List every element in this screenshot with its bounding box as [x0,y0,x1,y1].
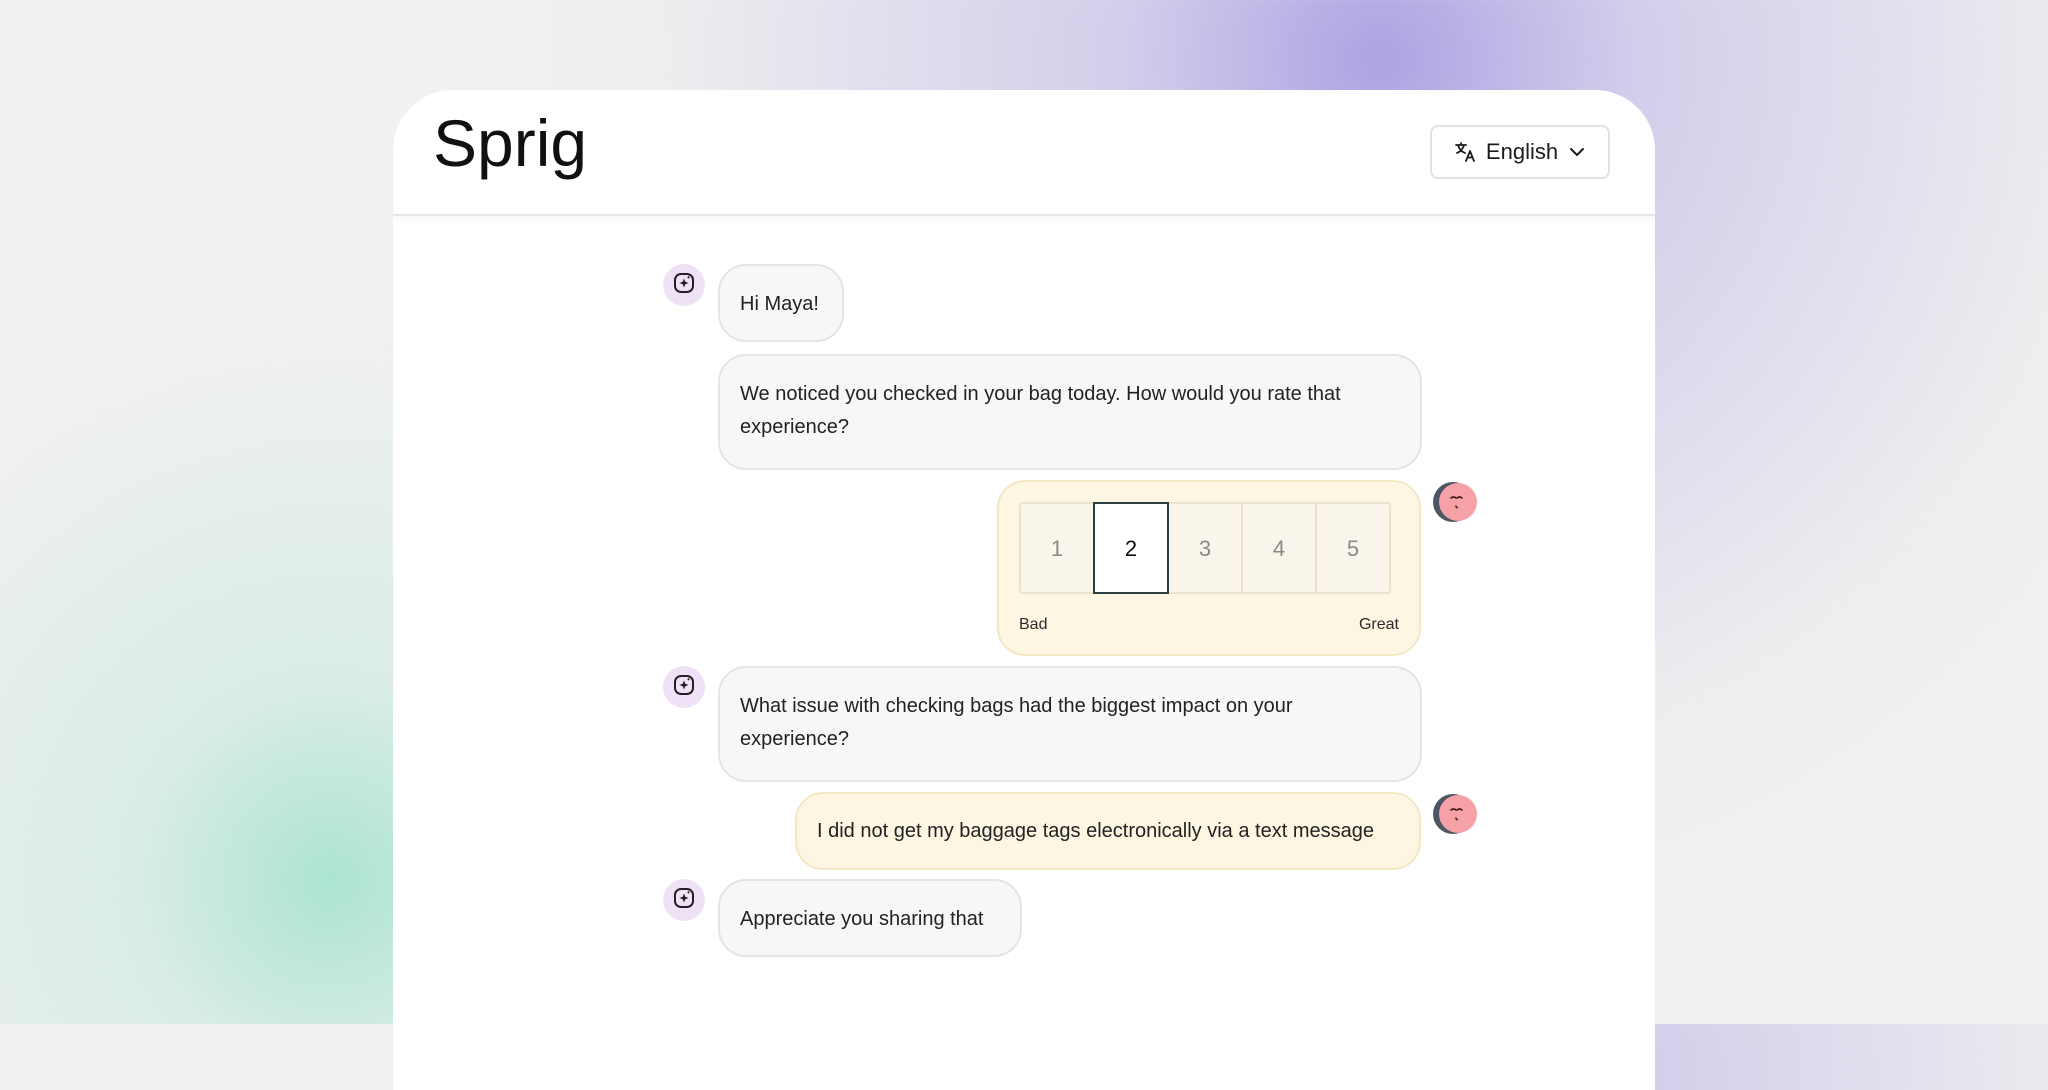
user-avatar [1433,794,1477,834]
chevron-down-icon [1568,143,1586,161]
message-text: What issue with checking bags had the bi… [740,695,1293,750]
bot-message: We noticed you checked in your bag today… [718,354,1422,470]
rating-option-4[interactable]: 4 [1241,502,1317,594]
message-text: We noticed you checked in your bag today… [740,383,1341,438]
survey-card: Sprig English Hi Maya! We noticed you ch… [393,90,1655,1090]
message-text: Hi Maya! [740,293,819,315]
message-text: Appreciate you sharing that [740,908,984,930]
rating-option-1[interactable]: 1 [1019,502,1095,594]
sprig-logo: Sprig [433,116,587,180]
sparkle-chat-icon [672,886,696,915]
language-label: English [1485,139,1559,164]
bot-avatar [663,879,705,921]
user-rating-response: 1 2 3 4 5 Bad Great [997,480,1421,656]
language-selector[interactable]: English [1430,125,1610,179]
translate-icon [1454,141,1476,163]
rating-min-label: Bad [1019,616,1048,633]
user-message: I did not get my baggage tags electronic… [795,792,1421,870]
rating-max-label: Great [1358,616,1399,633]
rating-scale: 1 2 3 4 5 [1019,502,1391,594]
rating-option-3[interactable]: 3 [1167,502,1243,594]
bot-message: What issue with checking bags had the bi… [718,666,1422,782]
message-text: I did not get my baggage tags electronic… [817,820,1374,842]
user-avatar [1433,482,1477,522]
rating-option-5[interactable]: 5 [1315,502,1391,594]
sparkle-chat-icon [672,271,696,300]
card-header: Sprig English [393,90,1655,216]
sparkle-chat-icon [672,673,696,702]
bot-avatar [663,264,705,306]
bot-message: Hi Maya! [718,264,844,342]
bot-avatar [663,666,705,708]
rating-option-2-selected[interactable]: 2 [1093,502,1169,594]
brand-name: Sprig [433,116,587,180]
bot-message: Appreciate you sharing that [718,879,1022,957]
